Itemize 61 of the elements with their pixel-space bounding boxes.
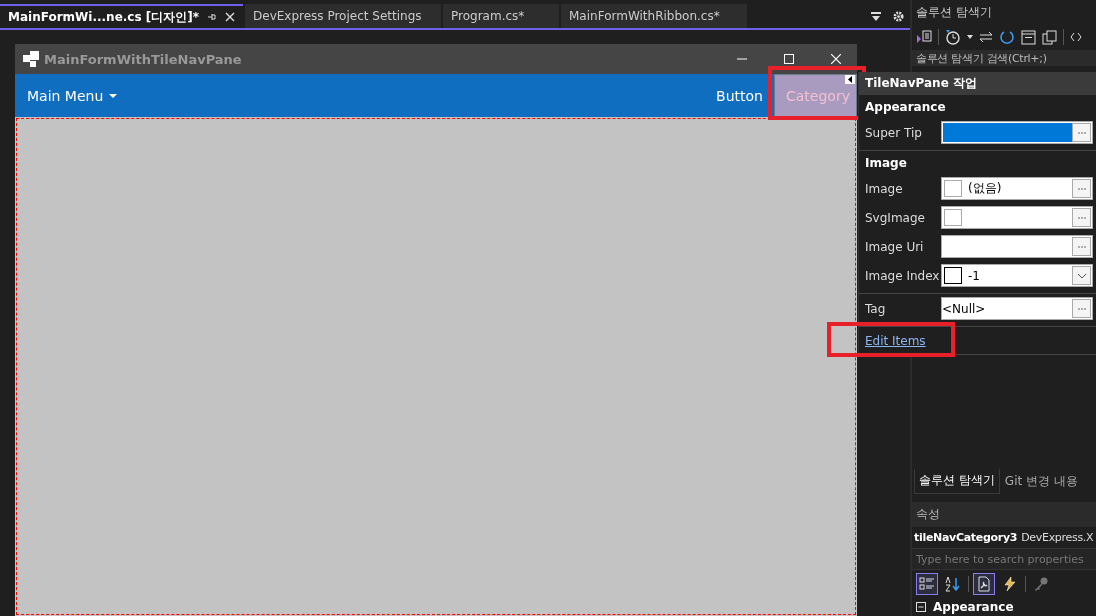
key-icon [1033,576,1049,592]
window-title: MainFormWithTileNavPane [44,51,242,67]
property-label: Super Tip [865,125,923,140]
collapse-icon[interactable] [916,602,926,612]
dropdown-icon[interactable] [871,11,881,21]
input-field[interactable]: <Null> [941,297,1093,320]
input-field[interactable] [941,235,1093,258]
caret-icon [109,93,118,98]
dropdown-field[interactable]: -1 [941,264,1093,287]
panel-title: TileNavPane 작업 [859,72,1096,95]
input-field[interactable] [941,121,1093,144]
ellipsis-icon [1077,307,1086,310]
categorized-button[interactable] [916,573,938,595]
document-tab[interactable]: Program.cs* [443,4,559,28]
edit-items-link[interactable]: Edit Items [865,334,926,348]
solution-icon[interactable] [916,29,932,45]
input-field[interactable] [941,206,1093,229]
list-icon [919,576,935,592]
section-title: Appearance [865,99,947,116]
panel-title: 속성 [912,502,1096,527]
property-label: Image Uri [865,239,925,254]
object-name: tileNavCategory3 [914,531,1018,544]
section-title: Image [865,155,908,172]
property-label: Image Index [865,268,941,283]
ellipsis-icon [1077,216,1086,219]
property-label: Image [865,181,904,196]
copy-icon[interactable] [1042,29,1057,45]
chevron-down-icon [1076,272,1087,279]
category-label: Appearance [933,600,1014,614]
document-tab[interactable]: DevExpress Project Settings [245,4,441,28]
object-type: DevExpress.X [1021,531,1094,544]
nav-tile[interactable]: Button [705,74,774,117]
maximize-icon[interactable] [784,54,794,64]
sync-icon[interactable] [979,31,993,43]
panel-tab[interactable]: Git 변경 내용 [999,469,1083,494]
sort-icon [945,576,961,592]
caret-icon[interactable] [967,35,973,39]
wrench-page-icon [976,576,992,592]
search-field[interactable]: 솔루션 탐색기 검색(Ctrl+;) [912,50,1096,66]
panel-tab[interactable]: 솔루션 탐색기 [914,469,1000,494]
smart-tag-icon[interactable] [845,75,855,84]
property-label: Tag [865,301,887,316]
main-menu-button[interactable]: Main Menu [15,74,130,117]
ellipsis-icon [1077,245,1086,248]
lightning-icon [1002,576,1018,592]
code-icon[interactable] [1070,32,1082,42]
pin-icon[interactable] [207,12,217,22]
ellipsis-icon [1077,187,1086,190]
history-icon[interactable] [945,29,961,45]
ellipsis-icon [1077,131,1086,134]
properties-button[interactable] [973,573,995,595]
property-label: SvgImage [865,210,926,225]
close-icon[interactable] [225,12,235,22]
search-field[interactable]: Type here to search properties [912,548,1096,570]
refresh-icon[interactable] [999,29,1015,45]
input-field[interactable]: (없음) [941,177,1093,200]
document-tab[interactable]: MainFormWithRibbon.cs* [561,4,747,28]
collapse-icon[interactable] [1021,29,1036,45]
app-icon [23,51,39,67]
panel-title: 솔루션 탐색기 [915,4,993,21]
settings-icon[interactable] [893,10,904,22]
